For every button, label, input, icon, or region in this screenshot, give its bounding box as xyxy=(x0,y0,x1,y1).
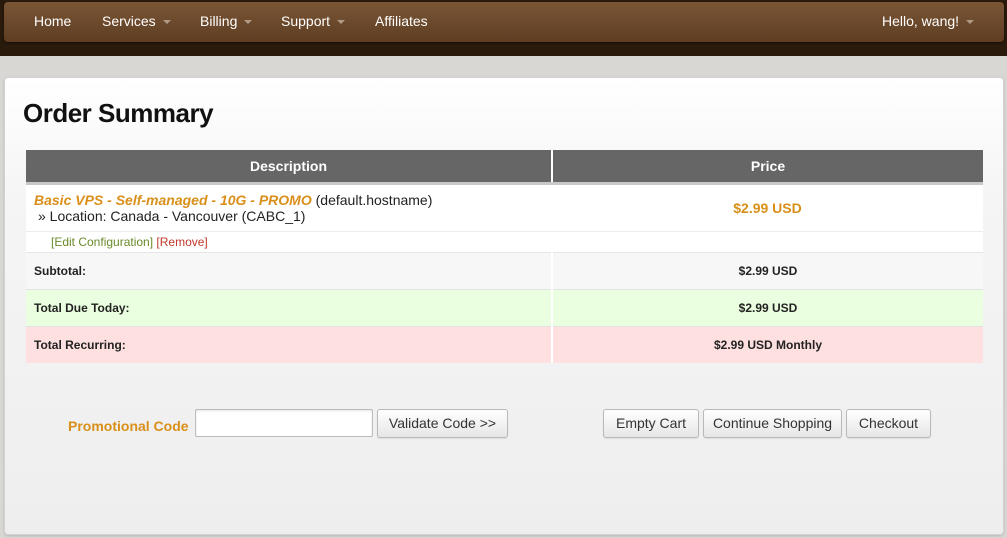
nav-services[interactable]: Services xyxy=(102,2,171,42)
main-navbar: Home Services Billing Support Affiliates… xyxy=(4,2,1004,42)
validate-code-button[interactable]: Validate Code >> xyxy=(377,409,508,438)
subtotal-label: Subtotal: xyxy=(26,252,552,290)
header-description: Description xyxy=(26,150,553,185)
user-greeting: Hello, wang! xyxy=(882,13,960,29)
item-actions-cell: [Edit Configuration] [Remove] xyxy=(26,231,552,253)
chevron-down-icon xyxy=(966,20,975,25)
total-recurring-amount: $2.99 USD Monthly xyxy=(551,326,983,363)
promo-code-label: Promotional Code xyxy=(68,418,189,434)
item-hostname: (default.hostname) xyxy=(311,191,433,208)
chevron-down-icon xyxy=(337,20,346,25)
continue-shopping-button[interactable]: Continue Shopping xyxy=(703,409,842,438)
nav-support[interactable]: Support xyxy=(281,2,346,42)
total-due-today-amount: $2.99 USD xyxy=(551,289,983,327)
chevron-down-icon xyxy=(162,20,171,25)
nav-billing[interactable]: Billing xyxy=(200,2,253,42)
page-title: Order Summary xyxy=(23,98,214,128)
subtotal-row: Subtotal: $2.99 USD xyxy=(26,252,983,290)
checkout-button[interactable]: Checkout xyxy=(846,409,931,438)
item-product-name: Basic VPS - Self-managed - 10G - PROMO xyxy=(34,191,312,208)
edit-configuration-link[interactable]: [Edit Configuration] xyxy=(51,235,153,249)
header-price: Price xyxy=(552,150,983,185)
remove-item-link[interactable]: [Remove] xyxy=(156,235,207,249)
total-recurring-label: Total Recurring: xyxy=(26,326,552,363)
item-actions-row: [Edit Configuration] [Remove] xyxy=(26,231,983,253)
item-location: » Location: Canada - Vancouver (CABC_1) xyxy=(38,207,306,224)
item-description-cell: Basic VPS - Self-managed - 10G - PROMO (… xyxy=(26,183,552,232)
promo-code-input[interactable] xyxy=(195,409,373,437)
cart-item-row: Basic VPS - Self-managed - 10G - PROMO (… xyxy=(26,183,983,232)
total-recurring-row: Total Recurring: $2.99 USD Monthly xyxy=(26,326,983,363)
table-header-row: Description Price xyxy=(26,150,983,185)
chevron-down-icon xyxy=(244,20,253,25)
order-summary-panel: Order Summary Description Price Basic VP… xyxy=(4,77,1004,535)
cart-table: Description Price Basic VPS - Self-manag… xyxy=(26,150,983,363)
nav-user-menu[interactable]: Hello, wang! xyxy=(882,2,975,42)
nav-services-label: Services xyxy=(102,13,156,29)
item-actions-empty-cell xyxy=(552,231,983,253)
total-due-today-row: Total Due Today: $2.99 USD xyxy=(26,289,983,327)
nav-affiliates[interactable]: Affiliates xyxy=(375,2,428,42)
total-due-today-label: Total Due Today: xyxy=(26,289,552,327)
nav-support-label: Support xyxy=(281,13,331,29)
item-price: $2.99 USD xyxy=(552,183,983,232)
nav-billing-label: Billing xyxy=(200,13,238,29)
nav-home[interactable]: Home xyxy=(34,2,71,42)
subtotal-amount: $2.99 USD xyxy=(551,252,983,290)
empty-cart-button[interactable]: Empty Cart xyxy=(603,409,699,438)
